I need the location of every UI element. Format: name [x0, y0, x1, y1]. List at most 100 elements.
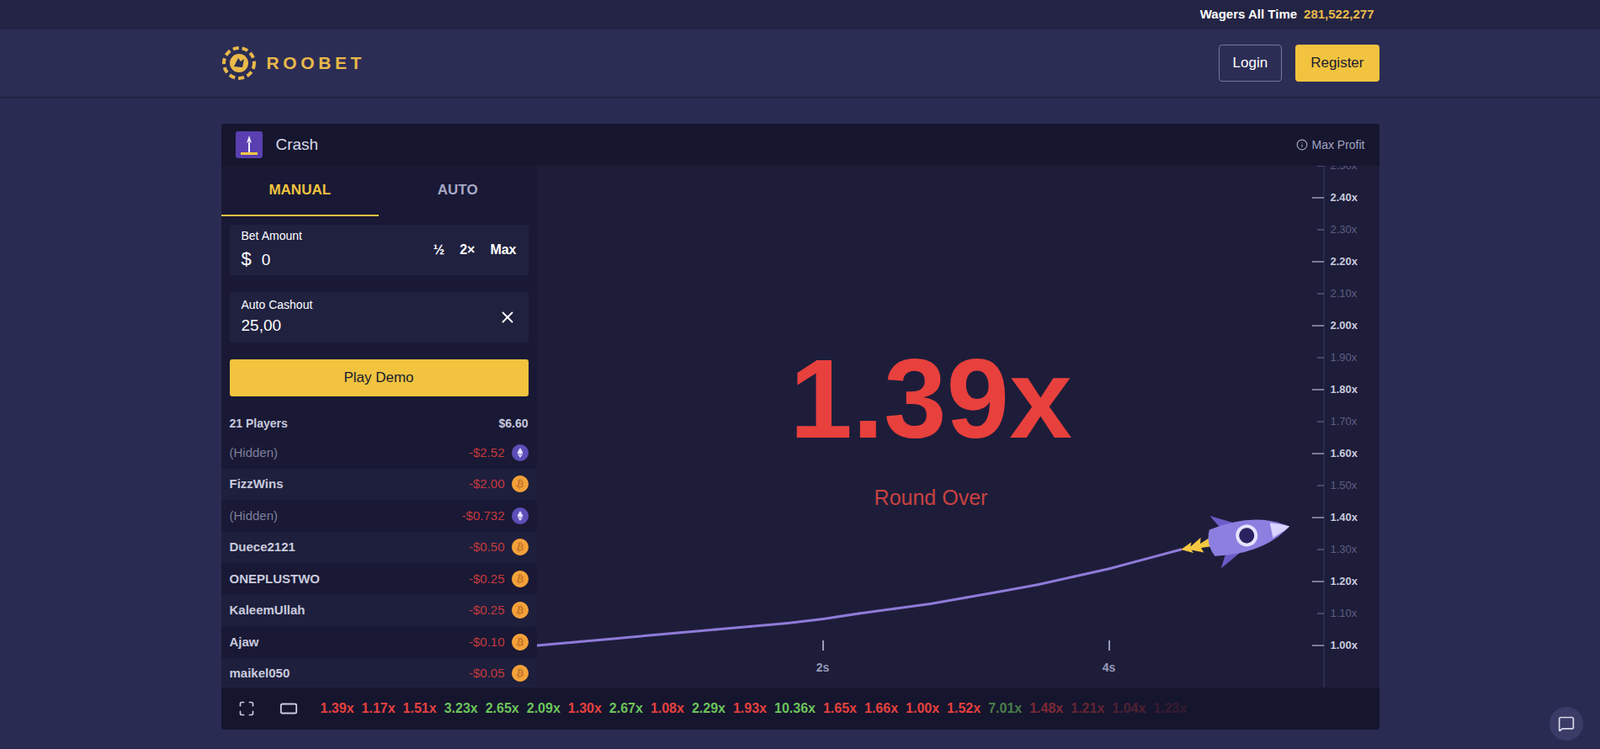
logo[interactable]: ROOBET — [221, 45, 367, 81]
y-tick-label: 2.20x — [1330, 255, 1359, 269]
max-profit[interactable]: Max Profit — [1296, 136, 1365, 155]
y-tick-mark — [1317, 228, 1324, 231]
chat-button[interactable] — [1549, 706, 1584, 741]
x-tick-mark — [822, 640, 824, 651]
clear-icon[interactable] — [498, 308, 517, 327]
x-tick-label: 2s — [806, 659, 840, 677]
y-tick-mark — [1317, 165, 1324, 167]
eth-coin-icon — [511, 507, 529, 525]
round-status: Round Over — [874, 487, 989, 509]
wagers-value: 281,522,277 — [1303, 5, 1374, 25]
curve-segment — [572, 638, 609, 643]
history-item: 1.00x — [905, 698, 940, 719]
curve-segment — [823, 613, 860, 619]
player-amount: -$0.732 — [462, 506, 505, 527]
curve-segment — [786, 618, 824, 623]
currency-symbol: $ — [241, 244, 252, 273]
play-demo-button[interactable]: Play Demo — [229, 359, 529, 397]
history-item: 1.93x — [733, 698, 767, 719]
history-item: 1.39x — [320, 698, 355, 719]
bet-modifier-button[interactable]: Max — [489, 239, 516, 261]
history-bar: 1.39x1.17x1.51x3.23x2.65x2.09x1.30x2.67x… — [221, 687, 1380, 730]
player-name: (Hidden) — [229, 506, 279, 527]
history-item: 7.01x — [988, 698, 1022, 719]
y-tick-mark — [1317, 612, 1324, 615]
players-count: 21 Players — [229, 414, 288, 433]
y-tick-label: 1.60x — [1330, 446, 1359, 461]
login-button[interactable]: Login — [1218, 44, 1283, 82]
curve-segment — [894, 604, 931, 610]
history-item: 2.67x — [609, 698, 644, 719]
player-amount: -$2.52 — [468, 443, 505, 463]
btc-coin-icon — [511, 538, 529, 556]
history-item: 1.21x — [1070, 698, 1105, 719]
x-tick-mark — [1108, 640, 1111, 651]
bet-modifier-button[interactable]: 2× — [459, 239, 475, 261]
history-item: 2.29x — [691, 698, 726, 719]
player-row: ONEPLUSTWO-$0.25 — [221, 563, 537, 596]
history-item: 1.23x — [1153, 698, 1187, 719]
y-tick-label: 1.10x — [1330, 606, 1358, 621]
y-tick-mark — [1312, 324, 1324, 327]
player-name: maikel050 — [229, 664, 291, 684]
curve-segment — [751, 622, 788, 627]
history-item: 1.04x — [1111, 698, 1146, 719]
players-list: (Hidden)-$2.52FizzWins-$2.00(Hidden)-$0.… — [221, 436, 537, 688]
curve-segment — [858, 608, 895, 614]
player-row: Duece2121 -$0.50 — [221, 531, 537, 564]
history-item: 3.23x — [444, 698, 479, 719]
history-item: 1.52x — [946, 698, 981, 719]
player-row: (Hidden) -$2.52 — [221, 436, 537, 469]
y-tick-mark — [1317, 420, 1324, 423]
info-icon — [1296, 138, 1308, 151]
player-amount: -$2.00 — [468, 474, 505, 495]
y-tick-label: 1.30x — [1330, 542, 1358, 557]
page: Wagers All Time281,522,277ROOBETLoginReg… — [0, 0, 1600, 749]
player-name: Duece2121 — [229, 537, 296, 558]
logo-icon — [221, 45, 257, 81]
history-item: 10.36x — [774, 698, 816, 719]
y-tick-label: 1.20x — [1330, 574, 1359, 589]
curve-segment — [680, 629, 717, 633]
y-tick-label: 1.80x — [1330, 382, 1359, 397]
history-item: 2.09x — [526, 698, 561, 719]
header: ROOBET Login Register — [0, 29, 1600, 98]
history-item: 1.65x — [823, 698, 857, 719]
eth-coin-icon — [511, 444, 529, 462]
bet-modifier-button[interactable]: ½ — [433, 239, 445, 261]
y-tick-label: 1.70x — [1330, 414, 1358, 429]
register-button[interactable]: Register — [1295, 44, 1379, 82]
player-name: (Hidden) — [229, 443, 279, 463]
y-tick-label: 1.50x — [1330, 478, 1358, 493]
player-name: KaleemUllah — [229, 600, 306, 621]
curve-segment — [643, 632, 681, 637]
y-axis-line — [1323, 165, 1324, 688]
curve-segment — [536, 642, 574, 646]
sidebar: MANUALAUTOBet Amount$0½2×MaxAuto Cashout… — [221, 165, 537, 688]
mode-tab[interactable]: AUTO — [378, 165, 537, 217]
y-tick-label: 1.00x — [1330, 638, 1359, 653]
auto-cashout-field[interactable]: Auto Cashout25,00 — [229, 292, 529, 343]
rocket-icon — [1174, 499, 1295, 576]
history-item: 1.51x — [403, 698, 437, 719]
history-item: 1.48x — [1029, 698, 1064, 719]
bet-amount-value: 0 — [261, 248, 272, 273]
theater-icon[interactable] — [278, 699, 299, 718]
fullscreen-icon[interactable] — [238, 700, 256, 718]
player-row: maikel050 -$0.05 — [221, 658, 537, 689]
btc-coin-icon — [511, 475, 529, 493]
curve-segment — [966, 590, 1003, 598]
curve-segment — [1109, 558, 1146, 569]
y-tick-label: 2.10x — [1330, 287, 1358, 301]
player-amount: -$0.50 — [468, 537, 505, 558]
mode-tab[interactable]: MANUAL — [221, 165, 380, 217]
curve-segment — [1073, 568, 1110, 578]
curve-segment — [930, 597, 967, 605]
player-amount: -$0.25 — [468, 569, 505, 590]
x-tick-label: 4s — [1092, 659, 1127, 677]
bet-amount-field[interactable]: Bet Amount$0½2×Max — [229, 224, 529, 276]
mode-tabs: MANUALAUTO — [221, 165, 537, 217]
y-tick-label: 2.50x — [1330, 165, 1358, 173]
btc-coin-icon — [511, 633, 529, 651]
player-amount: -$0.05 — [468, 664, 505, 684]
